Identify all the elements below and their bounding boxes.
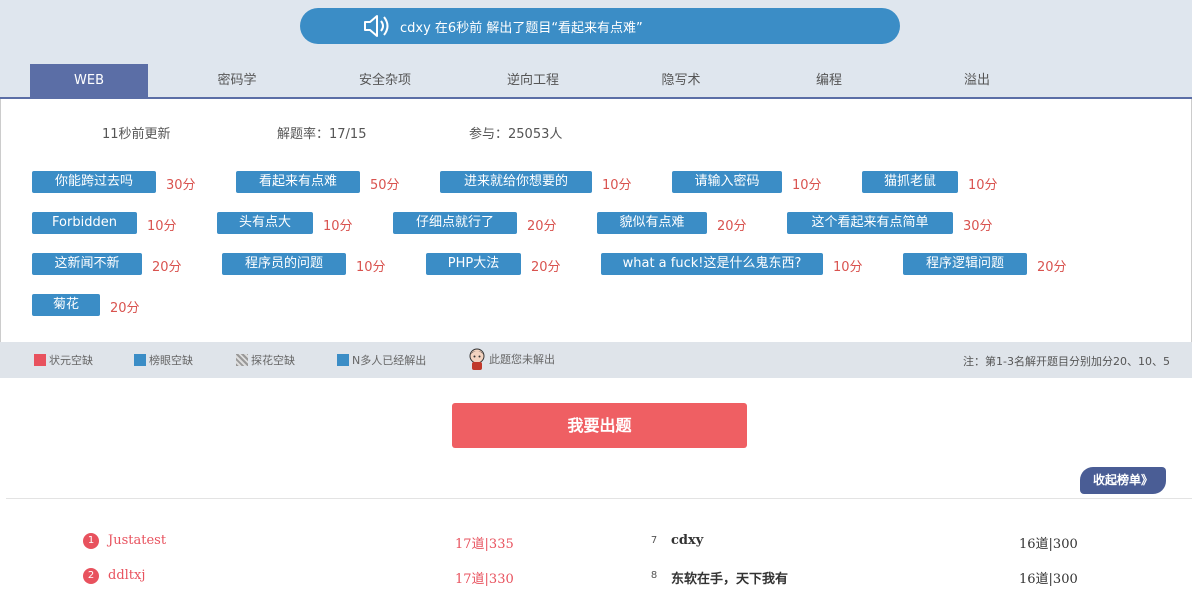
challenge-points: 10分	[833, 260, 863, 275]
legend-label: 状元空缺	[49, 354, 93, 367]
challenge-points: 30分	[963, 219, 993, 234]
solve-notification-bar: cdxy 在6秒前 解出了题目“看起来有点难”	[300, 8, 900, 44]
challenge-button[interactable]: 仔细点就行了	[393, 212, 517, 234]
tab-stego[interactable]: 隐写术	[622, 64, 740, 97]
legend-item: 榜眼空缺	[134, 353, 193, 367]
legend-item: 探花空缺	[236, 353, 295, 367]
challenge-button[interactable]: 貌似有点难	[597, 212, 707, 234]
legend-bar: 状元空缺 榜眼空缺 探花空缺 N多人已经解出 此题您未解出 注：第1-3名解开题…	[0, 342, 1192, 378]
challenge-button[interactable]: what a fuck!这是什么鬼东西?	[601, 253, 823, 275]
rank-badge: 2	[83, 568, 99, 584]
rank-name[interactable]: 东软在手，天下我有	[671, 568, 788, 587]
tab-reverse[interactable]: 逆向工程	[474, 64, 592, 97]
challenge-points: 20分	[527, 219, 557, 234]
update-time: 11秒前更新	[102, 127, 171, 142]
challenge-points: 10分	[602, 178, 632, 193]
submit-challenge-button[interactable]: 我要出题	[452, 403, 747, 448]
challenge-button[interactable]: 程序逻辑问题	[903, 253, 1027, 275]
tab-overflow[interactable]: 溢出	[918, 64, 1036, 97]
challenge-points: 50分	[370, 178, 400, 193]
challenge-points: 10分	[356, 260, 386, 275]
challenge-points: 20分	[152, 260, 182, 275]
cartoon-avatar-icon	[469, 348, 485, 370]
solve-rate: 解题率：17/15	[277, 127, 367, 142]
challenge-button[interactable]: 请输入密码	[672, 171, 782, 193]
challenge-panel: 11秒前更新 解题率：17/15 参与：25053人 你能跨过去吗 30分 看起…	[0, 99, 1192, 342]
rank-score: 16道|300	[1019, 537, 1078, 552]
challenge-points: 20分	[1037, 260, 1067, 275]
red-square-icon	[34, 354, 46, 366]
challenge-button[interactable]: Forbidden	[32, 212, 137, 234]
category-tabs: WEB 密码学 安全杂项 逆向工程 隐写术 编程 溢出	[0, 64, 1192, 99]
legend-item: 此题您未解出	[468, 347, 555, 371]
rank-name[interactable]: ddltxj	[108, 568, 145, 583]
challenge-points: 20分	[531, 260, 561, 275]
top-banner: cdxy 在6秒前 解出了题目“看起来有点难” WEB 密码学 安全杂项 逆向工…	[0, 0, 1192, 99]
challenge-button[interactable]: 看起来有点难	[236, 171, 360, 193]
blue-square-icon	[337, 354, 349, 366]
challenge-points: 10分	[323, 219, 353, 234]
legend-item: 状元空缺	[34, 353, 93, 367]
rank-name[interactable]: cdxy	[671, 533, 703, 548]
collapse-ranking-button[interactable]: 收起榜单》	[1080, 467, 1166, 494]
rank-number: 7	[650, 535, 658, 546]
challenge-button[interactable]: PHP大法	[426, 253, 521, 275]
blue-square-icon	[134, 354, 146, 366]
tab-crypto[interactable]: 密码学	[178, 64, 296, 97]
challenge-button[interactable]: 这个看起来有点简单	[787, 212, 953, 234]
challenge-button[interactable]: 头有点大	[217, 212, 313, 234]
challenge-button[interactable]: 菊花	[32, 294, 100, 316]
legend-item: N多人已经解出	[337, 353, 426, 367]
tab-programming[interactable]: 编程	[770, 64, 888, 97]
rank-score: 16道|300	[1019, 572, 1078, 587]
challenge-points: 10分	[147, 219, 177, 234]
pattern-square-icon	[236, 354, 248, 366]
tab-misc[interactable]: 安全杂项	[326, 64, 444, 97]
rank-number: 8	[650, 570, 658, 581]
bonus-note: 注：第1-3名解开题目分别加分20、10、5	[963, 355, 1170, 368]
rank-score: 17道|335	[455, 537, 514, 552]
challenge-points: 10分	[968, 178, 998, 193]
challenge-points: 30分	[166, 178, 196, 193]
legend-label: 探花空缺	[251, 354, 295, 367]
legend-label: N多人已经解出	[352, 354, 427, 367]
legend-label: 此题您未解出	[489, 353, 555, 366]
challenge-button[interactable]: 进来就给你想要的	[440, 171, 592, 193]
tab-web[interactable]: WEB	[30, 64, 148, 97]
rank-badge: 1	[83, 533, 99, 549]
rank-score: 17道|330	[455, 572, 514, 587]
legend-label: 榜眼空缺	[149, 354, 193, 367]
challenge-button[interactable]: 这新闻不新	[32, 253, 142, 275]
challenge-points: 20分	[717, 219, 747, 234]
speaker-icon	[364, 15, 389, 37]
notification-text: cdxy 在6秒前 解出了题目“看起来有点难”	[400, 21, 643, 36]
divider	[6, 498, 1192, 499]
rank-name[interactable]: Justatest	[108, 533, 166, 548]
challenge-button[interactable]: 你能跨过去吗	[32, 171, 156, 193]
challenge-button[interactable]: 程序员的问题	[222, 253, 346, 275]
challenge-points: 10分	[792, 178, 822, 193]
participant-count: 参与：25053人	[469, 127, 563, 142]
challenge-points: 20分	[110, 301, 140, 316]
challenge-button[interactable]: 猫抓老鼠	[862, 171, 958, 193]
